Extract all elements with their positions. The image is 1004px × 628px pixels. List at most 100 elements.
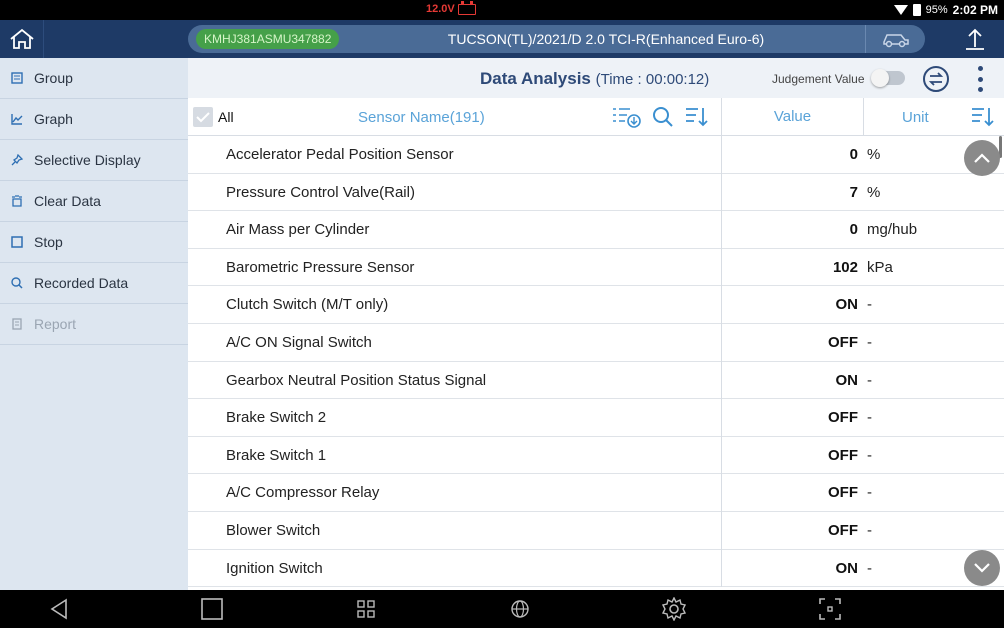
table-row[interactable]: Brake Switch 1 OFF - — [188, 436, 1004, 475]
search-icon — [653, 107, 673, 127]
table-row[interactable]: Pressure Control Valve(Rail) 7% — [188, 173, 1004, 212]
swap-icon — [923, 66, 949, 92]
page-title: Data Analysis (Time : 00:00:12) — [480, 69, 709, 89]
table-row[interactable]: Ignition Switch ON - — [188, 549, 1004, 588]
sidebar-item-label: Recorded Data — [34, 275, 129, 291]
sidebar-item-label: Stop — [34, 234, 63, 250]
report-icon — [10, 317, 24, 331]
sensor-unit: % — [867, 183, 881, 201]
scroll-up-button[interactable] — [964, 140, 1000, 176]
table-row[interactable]: Brake Switch 2 OFF - — [188, 399, 1004, 437]
sensor-value: OFF — [721, 399, 863, 437]
judgement-toggle[interactable] — [871, 69, 905, 87]
sensor-name-header[interactable]: Sensor Name(191) — [358, 109, 485, 126]
table-row[interactable]: Barometric Pressure Sensor 102 kPa — [188, 248, 1004, 287]
sort-name-button[interactable] — [682, 106, 712, 128]
car-icon — [882, 34, 909, 48]
more-dot — [977, 76, 983, 82]
chevron-up-icon — [974, 153, 990, 163]
sensor-unit: - — [867, 446, 872, 464]
clear-icon — [10, 194, 24, 208]
table-row[interactable]: Accelerator Pedal Position Sensor 0% — [188, 136, 1004, 174]
status-bar: 12.0V 95% 2:02 PM — [0, 0, 1004, 20]
sidebar: Group Graph Selective Display Clear Data… — [0, 58, 188, 590]
more-dot — [977, 66, 983, 71]
elapsed-time: (Time : 00:00:12) — [595, 71, 710, 88]
sensor-name: Blower Switch — [226, 521, 321, 539]
table-row[interactable]: Clutch Switch (M/T only) ON - — [188, 286, 1004, 324]
sort-icon — [686, 108, 708, 127]
sort-icon — [972, 108, 994, 127]
sensor-unit: - — [867, 484, 872, 502]
voltage-indicator: 12.0V — [426, 0, 476, 15]
select-all-checkbox[interactable] — [193, 107, 213, 127]
sidebar-item-clear-data[interactable]: Clear Data — [0, 181, 188, 222]
table-row[interactable]: Blower Switch OFF - — [188, 511, 1004, 550]
sensor-value: ON — [721, 361, 863, 400]
home-nav-button[interactable] — [197, 594, 227, 624]
sensor-value: OFF — [721, 511, 863, 550]
sidebar-item-label: Clear Data — [34, 193, 101, 209]
sensor-unit: - — [867, 371, 872, 389]
scroll-down-button[interactable] — [964, 550, 1000, 586]
sidebar-item-group[interactable]: Group — [0, 58, 188, 99]
sensor-value: OFF — [721, 436, 863, 475]
browser-button[interactable] — [505, 594, 535, 624]
sensor-unit: - — [867, 333, 872, 351]
sensor-name: Brake Switch 2 — [226, 409, 327, 427]
clock: 2:02 PM — [952, 3, 998, 17]
sensor-name: Brake Switch 1 — [226, 446, 327, 464]
battery-icon — [912, 4, 921, 16]
sensor-name: Barometric Pressure Sensor — [226, 258, 415, 276]
main-panel: Data Analysis (Time : 00:00:12) Judgemen… — [188, 58, 1004, 590]
swap-button[interactable] — [921, 64, 951, 94]
sidebar-item-graph[interactable]: Graph — [0, 99, 188, 140]
table-row[interactable]: A/C ON Signal Switch OFF - — [188, 323, 1004, 362]
table-row[interactable]: Air Mass per Cylinder 0 mg/hub — [188, 211, 1004, 249]
recorded-icon — [10, 276, 24, 290]
battery-percent: 95% — [925, 4, 948, 16]
vehicle-select-button[interactable] — [865, 25, 925, 53]
back-icon — [50, 598, 67, 620]
sidebar-item-label: Report — [34, 316, 77, 332]
pin-icon — [10, 153, 24, 167]
sidebar-item-report: Report — [0, 304, 188, 345]
screenshot-button[interactable] — [815, 594, 845, 624]
column-header: All Sensor Name(191) Value Unit — [188, 98, 1004, 136]
table-row[interactable]: Gearbox Neutral Position Status Signal ON… — [188, 361, 1004, 400]
recent-apps-button[interactable] — [351, 594, 381, 624]
sensor-name: Pressure Control Valve(Rail) — [226, 183, 415, 201]
sort-unit-button[interactable] — [968, 106, 998, 128]
table-row[interactable]: A/C Compressor Relay OFF - — [188, 474, 1004, 512]
sensor-value: OFF — [721, 474, 863, 512]
sidebar-item-label: Group — [34, 70, 73, 86]
settings-button[interactable] — [659, 594, 689, 624]
page-title-text: Data Analysis — [480, 69, 591, 88]
sidebar-item-label: Selective Display — [34, 152, 141, 168]
app-window: 12.0V 95% 2:02 PM KMHJ381ASMU347882 TUCS… — [0, 0, 1004, 628]
sidebar-item-selective-display[interactable]: Selective Display — [0, 140, 188, 181]
gear-icon — [662, 597, 686, 621]
sidebar-item-stop[interactable]: Stop — [0, 222, 188, 263]
home-button[interactable] — [0, 20, 44, 58]
export-button[interactable] — [960, 24, 990, 54]
app-header: KMHJ381ASMU347882 TUCSON(TL)/2021/D 2.0 … — [0, 20, 1004, 58]
sensor-unit: - — [867, 296, 872, 314]
sidebar-item-label: Graph — [34, 111, 73, 127]
sensor-value: ON — [721, 549, 863, 588]
screenshot-icon — [819, 598, 841, 620]
sidebar-item-recorded-data[interactable]: Recorded Data — [0, 263, 188, 304]
back-button[interactable] — [44, 594, 74, 624]
more-menu-button[interactable] — [972, 66, 988, 92]
search-button[interactable] — [648, 106, 678, 128]
value-header: Value — [721, 98, 863, 136]
vin-badge: KMHJ381ASMU347882 — [196, 29, 340, 49]
voltage-text: 12.0V — [426, 3, 455, 15]
list-save-button[interactable] — [612, 106, 642, 128]
more-dot — [977, 87, 983, 92]
judgement-label: Judgement Value — [772, 72, 865, 86]
sensor-value: 0 — [721, 136, 863, 174]
sensor-unit: - — [867, 521, 872, 539]
sensor-value: 7 — [721, 173, 863, 212]
sensor-value: ON — [721, 286, 863, 324]
